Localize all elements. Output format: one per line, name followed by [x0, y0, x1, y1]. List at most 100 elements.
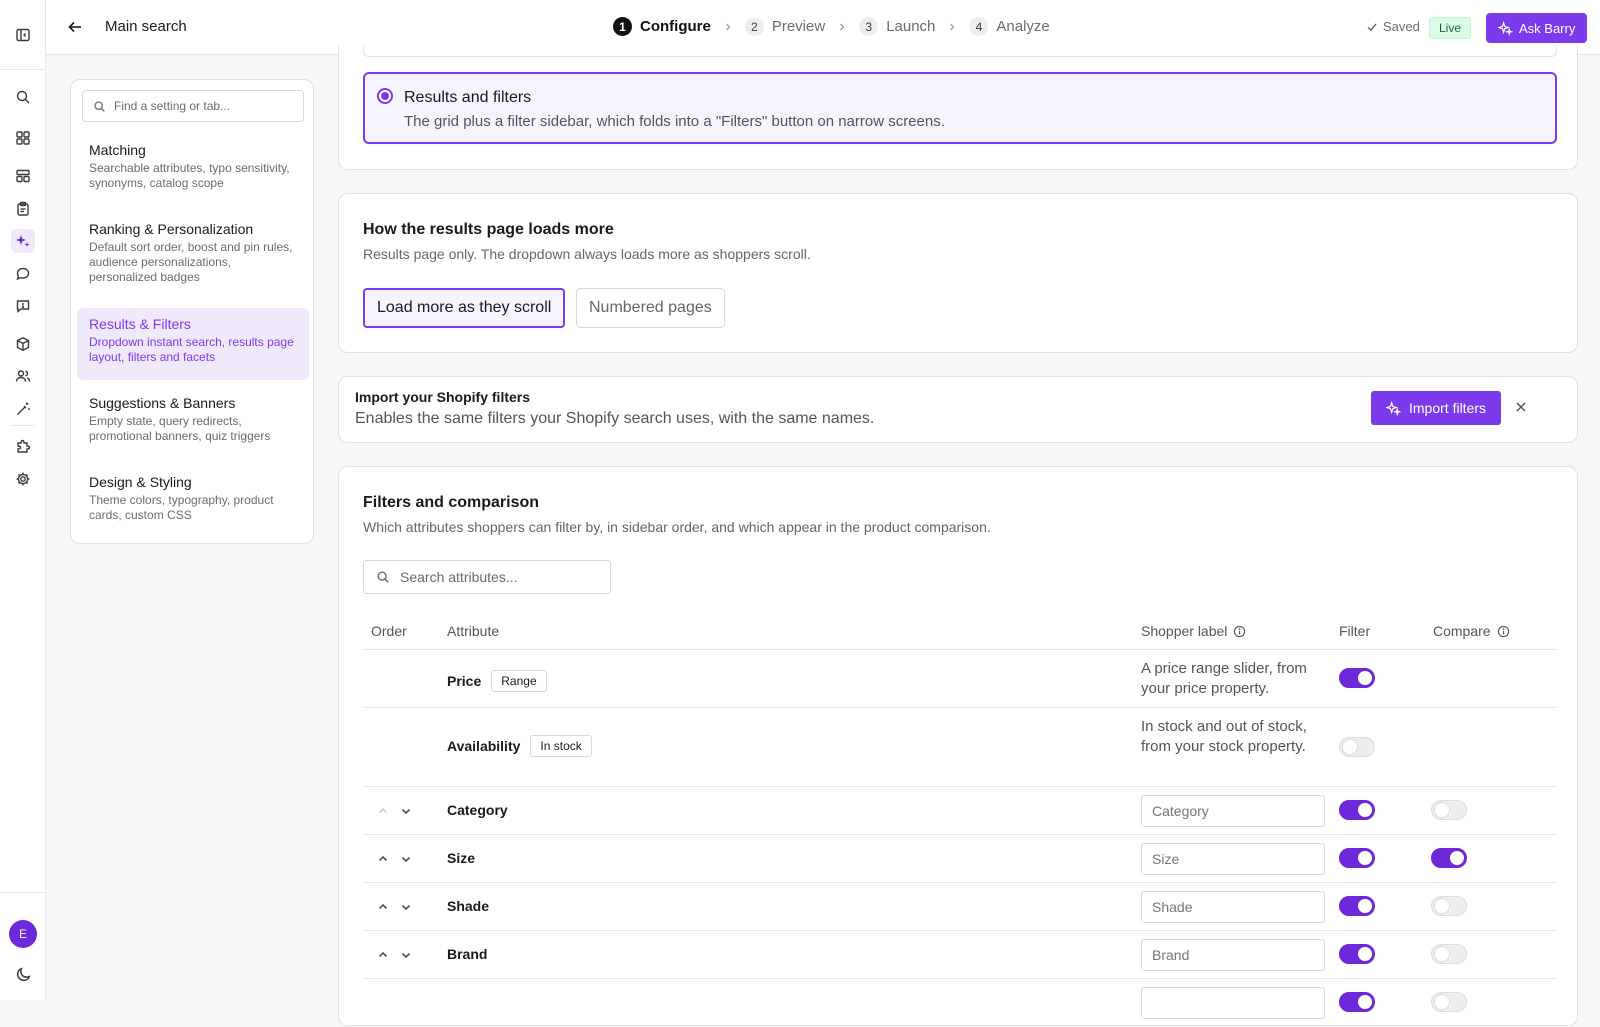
import-description: Enables the same filters your Shopify se…: [355, 410, 875, 427]
nav-item-ranking[interactable]: Ranking & Personalization Default sort or…: [77, 213, 309, 293]
chevron-up-icon[interactable]: [376, 804, 390, 818]
layout-option[interactable]: [363, 45, 1557, 57]
chevron-right-icon: [947, 22, 957, 32]
puzzle-icon[interactable]: [11, 434, 35, 458]
option-description: The grid plus a filter sidebar, which fo…: [404, 113, 945, 130]
step-configure[interactable]: 1 Configure: [613, 17, 711, 36]
sparkles-icon: [1498, 20, 1513, 36]
gear-icon[interactable]: [11, 467, 35, 491]
table-row: Size Size: [363, 835, 1557, 883]
compare-toggle[interactable]: [1431, 800, 1467, 820]
nav-item-suggestions[interactable]: Suggestions & Banners Empty state, query …: [77, 387, 309, 452]
step-preview[interactable]: 2 Preview: [744, 17, 825, 36]
compare-toggle[interactable]: [1431, 848, 1467, 868]
sidebar-toggle-icon[interactable]: [11, 23, 35, 47]
shopper-label-input[interactable]: Category: [1141, 795, 1325, 827]
shopper-label-input[interactable]: Shade: [1141, 891, 1325, 923]
shopper-label-text: In stock and out of stock, from your sto…: [1141, 718, 1307, 755]
filter-toggle[interactable]: [1339, 668, 1375, 688]
sparkles-icon: [1386, 400, 1401, 416]
attribute-name: Availability In stock: [447, 735, 592, 757]
info-icon[interactable]: [1233, 625, 1246, 638]
compare-toggle[interactable]: [1431, 944, 1467, 964]
table-row: Shade Shade: [363, 883, 1557, 931]
moon-icon[interactable]: [11, 962, 35, 986]
check-icon: [1366, 21, 1378, 33]
attribute-name: Size: [447, 850, 476, 866]
nav-item-design[interactable]: Design & Styling Theme colors, typography…: [77, 466, 309, 531]
chevron-down-icon[interactable]: [399, 804, 413, 818]
back-arrow-icon[interactable]: [66, 18, 86, 38]
option-numbered-pages[interactable]: Numbered pages: [576, 288, 725, 328]
table-header: Order Attribute Shopper label Filter Com…: [363, 613, 1557, 650]
dashboard-icon[interactable]: [11, 126, 35, 150]
table-row: [363, 979, 1557, 1027]
layout-option-results-filters[interactable]: Results and filters The grid plus a filt…: [363, 72, 1557, 144]
step-analyze[interactable]: 4 Analyze: [969, 17, 1050, 36]
chevron-down-icon[interactable]: [399, 948, 413, 962]
stepper: 1 Configure 2 Preview 3 Launch 4 Analyze: [613, 17, 1050, 36]
ask-barry-button[interactable]: Ask Barry: [1486, 13, 1588, 43]
column-filter: Filter: [1339, 623, 1371, 639]
chevron-down-icon[interactable]: [399, 900, 413, 914]
shopper-label-input[interactable]: Size: [1141, 843, 1325, 875]
column-compare: Compare: [1433, 623, 1510, 639]
nav-item-matching[interactable]: Matching Searchable attributes, typo sens…: [77, 134, 309, 199]
shopper-label-input[interactable]: Brand: [1141, 939, 1325, 971]
filter-toggle[interactable]: [1339, 737, 1375, 757]
avatar[interactable]: E: [9, 920, 37, 948]
import-title: Import your Shopify filters: [355, 389, 531, 405]
chevron-down-icon[interactable]: [399, 852, 413, 866]
step-launch[interactable]: 3 Launch: [859, 17, 935, 36]
chevron-up-icon[interactable]: [376, 852, 390, 866]
chevron-up-icon[interactable]: [376, 900, 390, 914]
nav-item-results-filters[interactable]: Results & Filters Dropdown instant search…: [77, 308, 309, 380]
magic-wand-icon[interactable]: [11, 397, 35, 421]
import-filters-button[interactable]: Import filters: [1371, 391, 1502, 425]
card-subtitle: Which attributes shoppers can filter by,…: [363, 519, 991, 535]
saved-status: Saved: [1366, 19, 1420, 34]
settings-search-input[interactable]: Find a setting or tab...: [82, 90, 304, 122]
layout-icon[interactable]: [11, 164, 35, 188]
search-icon: [376, 570, 390, 584]
search-icon[interactable]: [11, 85, 35, 109]
clipboard-icon[interactable]: [11, 197, 35, 221]
users-icon[interactable]: [11, 364, 35, 388]
shopper-label-input[interactable]: [1141, 987, 1325, 1019]
filters-card: Filters and comparison Which attributes …: [338, 466, 1578, 1026]
layout-card: Results and filters The grid plus a filt…: [338, 45, 1578, 170]
option-load-more-scroll[interactable]: Load more as they scroll: [363, 288, 566, 328]
attribute-name: Brand: [447, 946, 488, 962]
search-icon: [93, 100, 106, 113]
table-row: Availability In stock In stock and out of…: [363, 708, 1557, 787]
feedback-icon[interactable]: [11, 294, 35, 318]
filter-toggle[interactable]: [1339, 848, 1375, 868]
chevron-up-icon[interactable]: [376, 948, 390, 962]
page-title: Main search: [105, 18, 187, 35]
app-rail: E: [0, 0, 46, 1000]
live-badge: Live: [1429, 17, 1472, 39]
card-title: Filters and comparison: [363, 494, 540, 511]
table-row: Category Category: [363, 787, 1557, 835]
attribute-search-input[interactable]: Search attributes...: [363, 560, 611, 594]
option-title: Results and filters: [404, 89, 532, 106]
column-order: Order: [371, 623, 407, 639]
filter-toggle[interactable]: [1339, 896, 1375, 916]
compare-toggle[interactable]: [1431, 896, 1467, 916]
filter-toggle[interactable]: [1339, 992, 1375, 1012]
attribute-tag: In stock: [530, 735, 592, 757]
chevron-right-icon: [723, 22, 733, 32]
radio-selected[interactable]: [377, 88, 393, 104]
sparkles-icon[interactable]: [11, 229, 35, 253]
column-shopper-label: Shopper label: [1141, 623, 1246, 639]
filter-toggle[interactable]: [1339, 800, 1375, 820]
card-subtitle: Results page only. The dropdown always l…: [363, 246, 811, 262]
info-icon[interactable]: [1497, 625, 1510, 638]
chevron-right-icon: [837, 22, 847, 32]
filter-toggle[interactable]: [1339, 944, 1375, 964]
attribute-name: Category: [447, 802, 508, 818]
close-icon[interactable]: [1515, 401, 1527, 413]
chat-icon[interactable]: [11, 262, 35, 286]
package-icon[interactable]: [11, 332, 35, 356]
compare-toggle[interactable]: [1431, 992, 1467, 1012]
